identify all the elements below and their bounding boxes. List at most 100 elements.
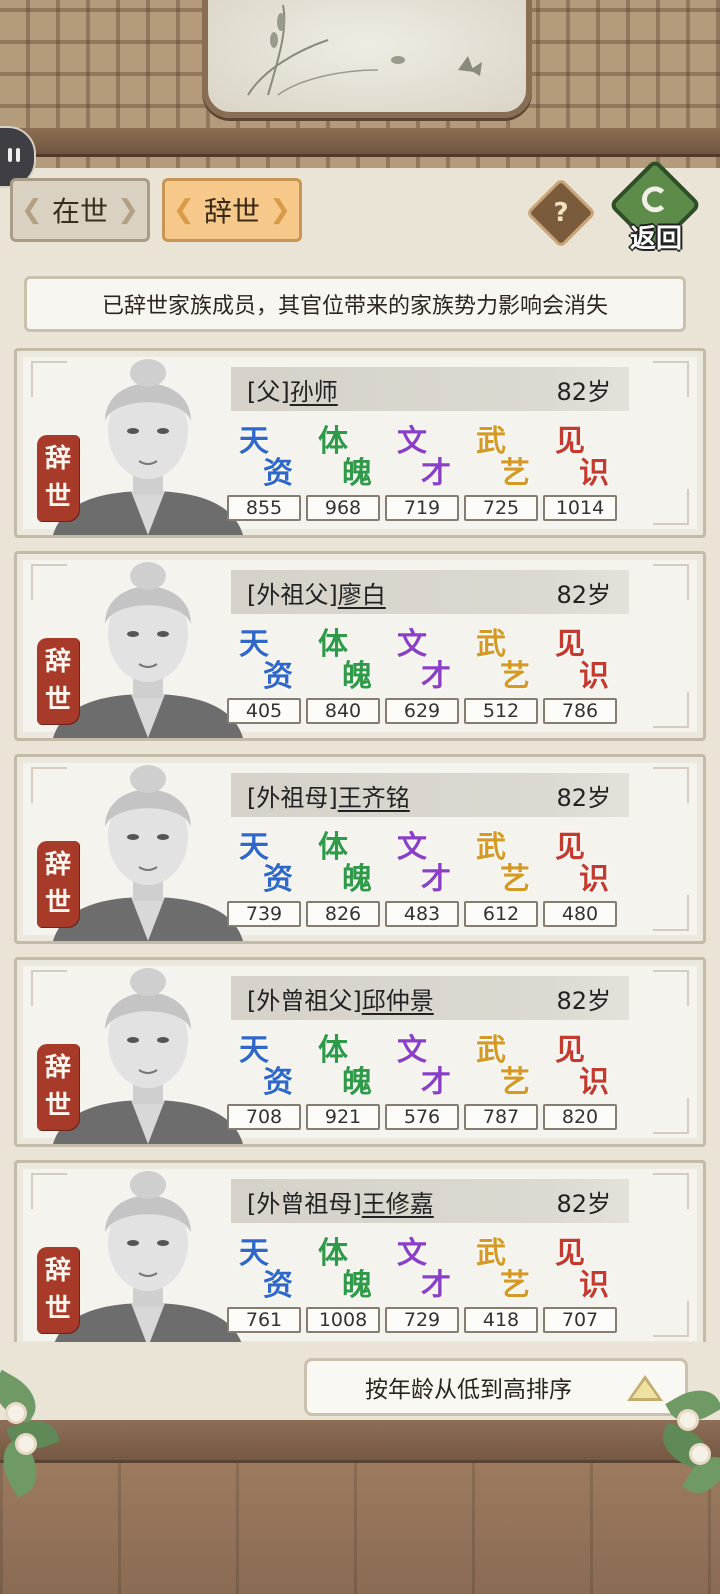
member-relation: [外曾祖父] [247,986,362,1015]
member-name-bar: [外曾祖父] 邱仲景 82岁 [231,976,629,1020]
member-portrait [53,554,243,738]
member-name[interactable]: 王修嘉 [362,1184,434,1219]
stat-physique-value: 1008 [306,1307,380,1333]
stat-talent: 天资 739 [227,829,301,929]
stat-martial-label: 武艺 [476,627,530,694]
stat-physique-label: 体魄 [318,830,372,897]
member-name[interactable]: 孙师 [290,372,338,407]
member-relation: [父] [247,377,290,406]
member-relation: [外祖母] [247,783,338,812]
member-stats: 天资 405 体魄 840 文才 629 武艺 512 见识 786 [227,626,637,726]
stat-physique: 体魄 968 [306,423,380,523]
stat-insight-value: 707 [543,1307,617,1333]
stat-literary-label: 文才 [397,830,451,897]
member-portrait [53,1163,243,1342]
member-age: 82岁 [556,986,611,1015]
stat-martial-label: 武艺 [476,1033,530,1100]
member-age: 82岁 [556,783,611,812]
deceased-stamp: 辞世 [37,1044,79,1130]
orchid-painting [202,0,532,118]
stat-martial-value: 418 [464,1307,538,1333]
stat-insight-label: 见识 [555,1033,609,1100]
sort-label: 按年龄从低到高排序 [365,1377,572,1403]
member-stats: 天资 708 体魄 921 文才 576 武艺 787 见识 820 [227,1032,637,1132]
member-relation: [外祖父] [247,580,338,609]
deceased-notice: 已辞世家族成员，其官位带来的家族势力影响会消失 [24,276,686,332]
stat-martial: 武艺 418 [464,1235,538,1335]
stat-insight: 见识 820 [543,1032,617,1132]
question-icon: ? [553,198,569,228]
stat-talent-value: 405 [227,698,301,724]
member-portrait [53,351,243,535]
tab-alive[interactable]: ❮ 在世 ❯ [10,178,150,242]
stat-insight-label: 见识 [555,1236,609,1303]
top-beam [0,128,720,157]
stat-martial: 武艺 787 [464,1032,538,1132]
stat-insight-value: 786 [543,698,617,724]
stat-physique: 体魄 921 [306,1032,380,1132]
stat-martial-label: 武艺 [476,1236,530,1303]
member-age: 82岁 [556,580,611,609]
stat-physique-value: 826 [306,901,380,927]
stat-physique-label: 体魄 [318,424,372,491]
tab-alive-label: 在世 [51,195,108,228]
stat-literary-value: 719 [385,495,459,521]
member-name-bar: [外祖母] 王齐铭 82岁 [231,773,629,817]
member-name[interactable]: 廖白 [338,575,386,610]
stat-insight-value: 820 [543,1104,617,1130]
stat-literary-value: 483 [385,901,459,927]
stat-literary-value: 629 [385,698,459,724]
member-list[interactable]: 辞世 [父] 孙师 82岁 天资 855 体魄 968 文才 719 武艺 725 见识 1014 [0,348,720,1342]
tab-arrow-right-icon: ❯ [269,195,291,225]
deceased-stamp: 辞世 [37,638,79,724]
stat-insight-label: 见识 [555,830,609,897]
stat-talent: 天资 761 [227,1235,301,1335]
stat-literary: 文才 483 [385,829,459,929]
stat-literary-label: 文才 [397,1033,451,1100]
stat-talent-label: 天资 [239,424,293,491]
member-name[interactable]: 王齐铭 [338,778,410,813]
stat-talent-value: 855 [227,495,301,521]
stat-insight-label: 见识 [555,424,609,491]
stat-martial: 武艺 725 [464,423,538,523]
stat-talent: 天资 708 [227,1032,301,1132]
deceased-stamp: 辞世 [37,841,79,927]
tab-deceased[interactable]: ❮ 辞世 ❯ [162,178,302,242]
stat-physique-label: 体魄 [318,627,372,694]
stat-talent: 天资 855 [227,423,301,523]
stat-talent-value: 761 [227,1307,301,1333]
stat-physique: 体魄 840 [306,626,380,726]
member-card-2[interactable]: 辞世 [外祖父] 廖白 82岁 天资 405 体魄 840 文才 629 武艺 512 见识 78… [14,551,706,741]
stat-martial-value: 725 [464,495,538,521]
member-age: 82岁 [556,377,611,406]
stat-insight-label: 见识 [555,627,609,694]
stat-physique: 体魄 826 [306,829,380,929]
stat-martial-value: 612 [464,901,538,927]
member-stats: 天资 855 体魄 968 文才 719 武艺 725 见识 1014 [227,423,637,523]
member-age: 82岁 [556,1189,611,1218]
stat-talent-value: 708 [227,1104,301,1130]
stat-literary-value: 729 [385,1307,459,1333]
member-card-5[interactable]: 辞世 [外曾祖母] 王修嘉 82岁 天资 761 体魄 1008 文才 729 武艺 418 见… [14,1160,706,1342]
stat-literary-label: 文才 [397,1236,451,1303]
member-stats: 天资 761 体魄 1008 文才 729 武艺 418 见识 707 [227,1235,637,1335]
member-card-3[interactable]: 辞世 [外祖母] 王齐铭 82岁 天资 739 体魄 826 文才 483 武艺 612 见识 4… [14,754,706,944]
sort-by-age-button[interactable]: 按年龄从低到高排序 [304,1358,688,1416]
stat-literary-label: 文才 [397,627,451,694]
help-button[interactable]: ? [525,177,597,249]
stat-physique: 体魄 1008 [306,1235,380,1335]
member-name[interactable]: 邱仲景 [362,981,434,1016]
tab-deceased-label: 辞世 [203,195,260,228]
back-button[interactable]: 返回 [608,158,702,254]
stat-talent: 天资 405 [227,626,301,726]
tab-arrow-left-icon: ❮ [21,195,43,225]
stat-talent-label: 天资 [239,1236,293,1303]
member-relation: [外曾祖母] [247,1189,362,1218]
member-name-bar: [父] 孙师 82岁 [231,367,629,411]
deceased-stamp: 辞世 [37,435,79,521]
stat-physique-value: 968 [306,495,380,521]
member-card-1[interactable]: 辞世 [父] 孙师 82岁 天资 855 体魄 968 文才 719 武艺 725 见识 1014 [14,348,706,538]
stat-martial-value: 512 [464,698,538,724]
member-card-4[interactable]: 辞世 [外曾祖父] 邱仲景 82岁 天资 708 体魄 921 文才 576 武艺 787 见识… [14,957,706,1147]
sort-ascending-icon [627,1375,663,1401]
